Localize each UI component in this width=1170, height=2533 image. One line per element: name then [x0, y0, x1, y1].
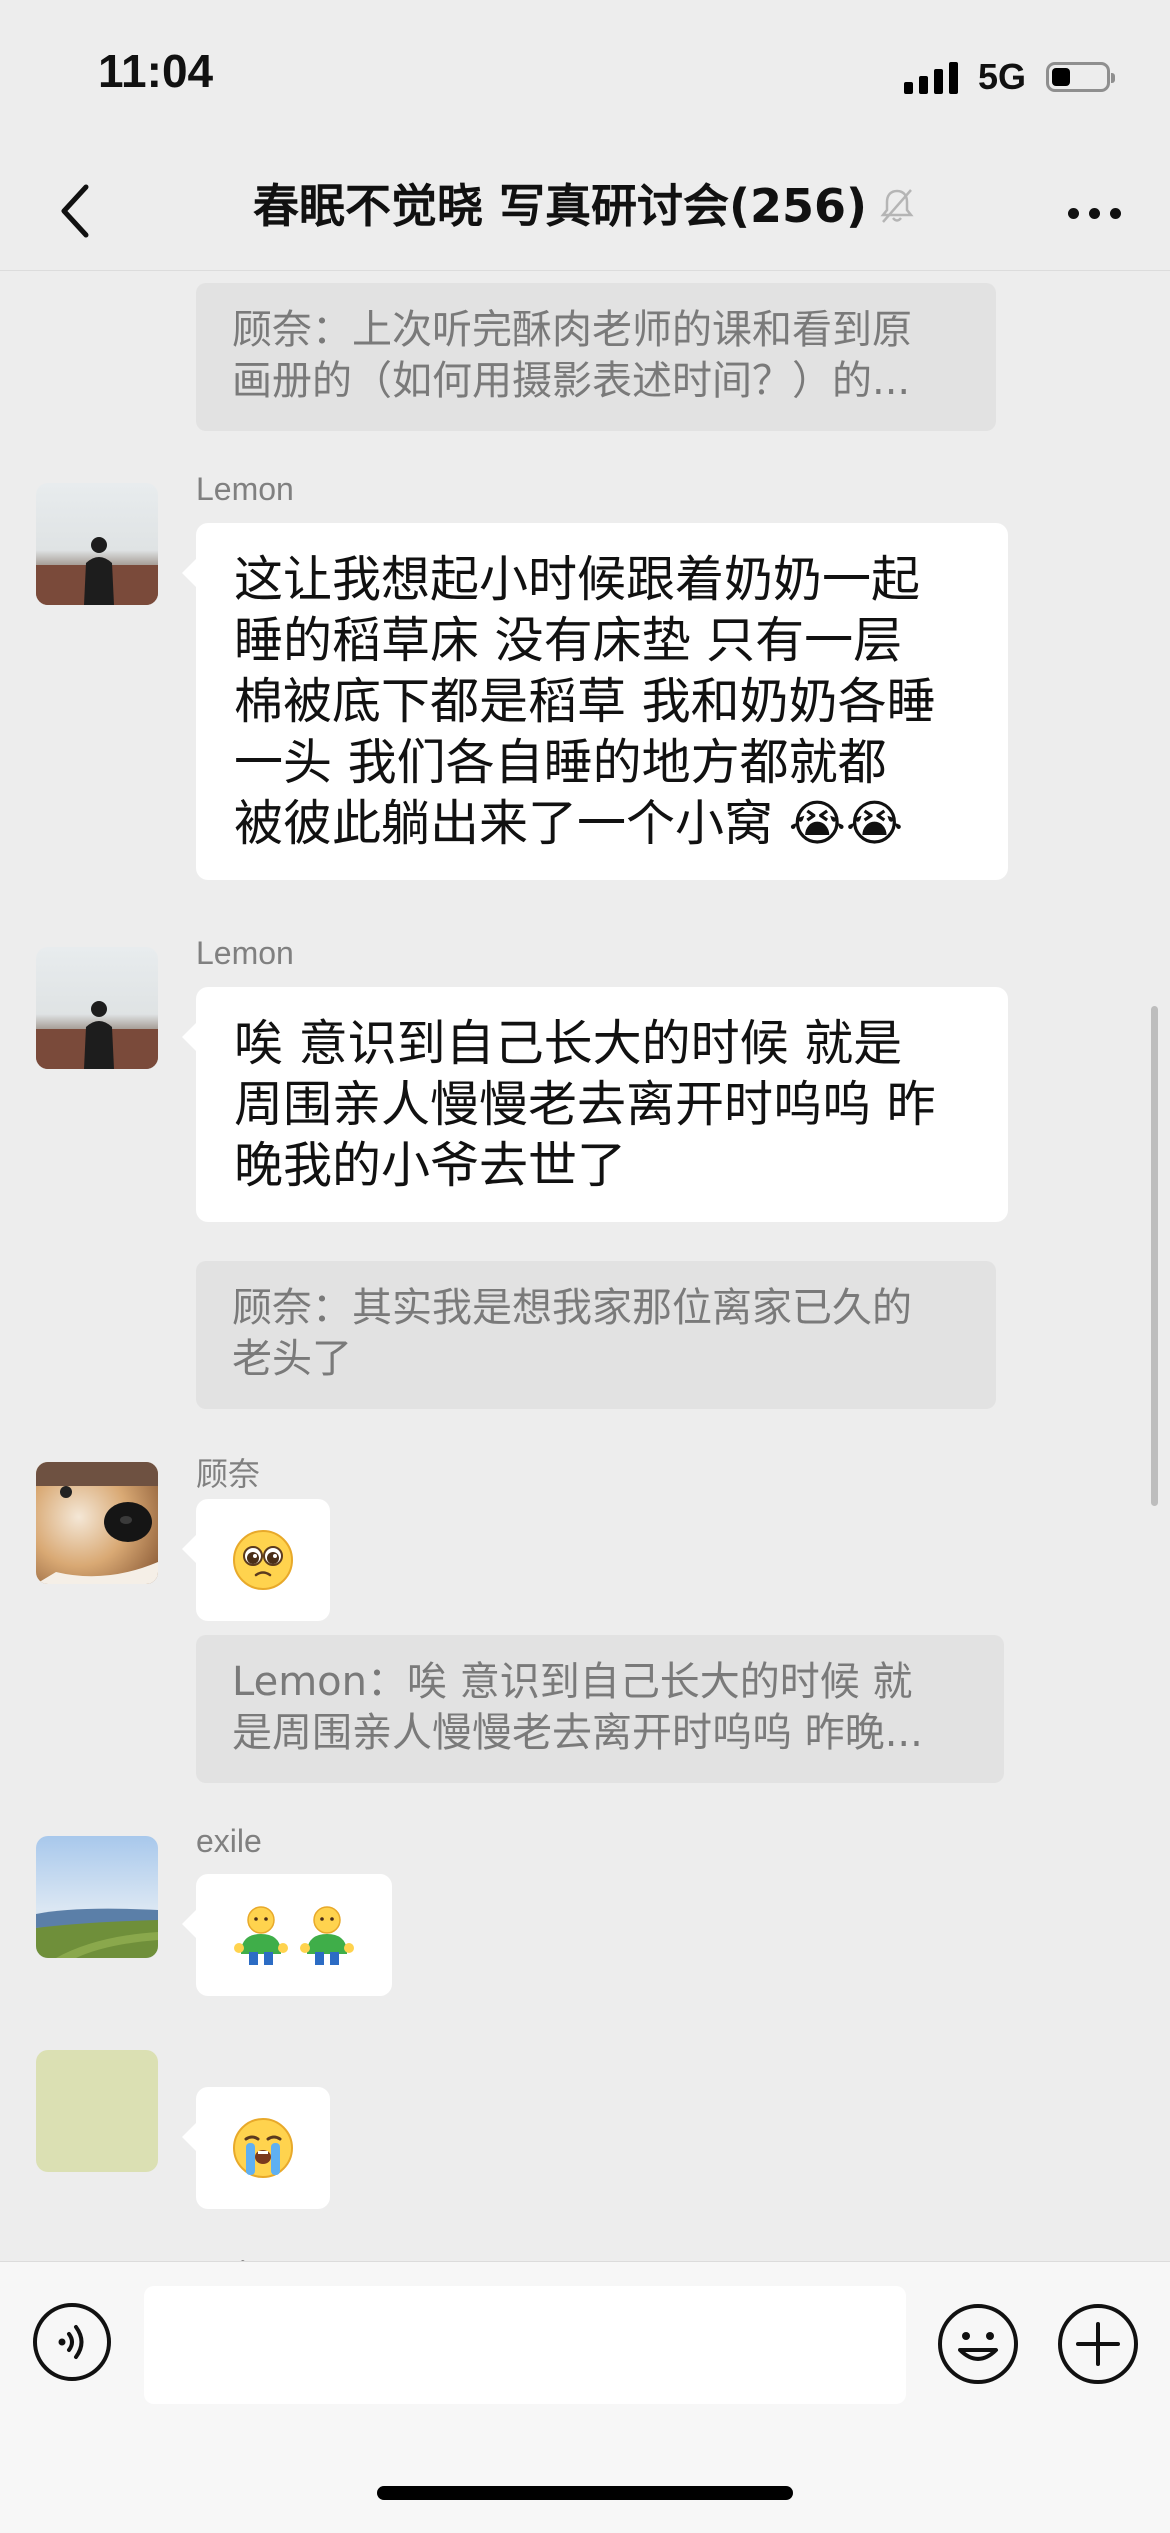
message-line: 晚我的小爷去世了 [234, 1137, 627, 1194]
chat-area[interactable]: 顾奈：上次听完酥肉老师的课和看到原 画册的（如何用摄影表述时间？）的... Le… [0, 271, 1170, 2261]
chat-title: 春眠不觉晓 写真研讨会(256) [120, 174, 1050, 242]
message-line: 唉 意识到自己长大的时候 就是 [234, 1015, 903, 1072]
sender-name: Lemon [196, 471, 294, 507]
message-bubble[interactable]: 唉 意识到自己长大的时候 就是 周围亲人慢慢老去离开时呜呜 昨 晚我的小爷去世了 [182, 987, 1008, 1222]
plus-circle-icon [1058, 2304, 1138, 2384]
sender-name: exile [196, 1823, 262, 1859]
message-line: 被彼此躺出来了一个小窝 😭😭 [234, 795, 904, 852]
quote-line: 是周围亲人慢慢老去离开时呜呜 昨晚... [232, 1710, 923, 1756]
smile-icon [938, 2304, 1018, 2384]
quote-line: 老头了 [232, 1336, 352, 1382]
message-input[interactable] [144, 2286, 906, 2404]
battery-level [1052, 68, 1070, 86]
sender-name: 顾奈 [196, 2251, 260, 2261]
quote-line: 顾奈：上次听完酥肉老师的课和看到原 [232, 307, 912, 353]
pleading-face-icon [233, 1530, 293, 1590]
status-bar: 11:04 5G [0, 0, 1170, 150]
more-dot [1067, 207, 1079, 219]
network-label: 5G [977, 56, 1026, 97]
landscape-avatar [36, 1836, 158, 1958]
signal-icon [903, 60, 958, 94]
standing-person-icon [234, 1906, 288, 1965]
message-line: 周围亲人慢慢老去离开时呜呜 昨 [234, 1076, 936, 1133]
avatar[interactable] [36, 483, 158, 605]
quoted-reply[interactable]: 顾奈：上次听完酥肉老师的课和看到原 画册的（如何用摄影表述时间？）的... [196, 283, 996, 431]
quote-line: 画册的（如何用摄影表述时间？）的... [232, 358, 911, 404]
person-silhouette-avatar [36, 483, 158, 605]
back-button[interactable] [40, 176, 110, 246]
avatar[interactable] [36, 1836, 158, 1958]
more-dot [1088, 207, 1100, 219]
status-time: 11:04 [98, 45, 214, 97]
scrollbar[interactable] [1151, 1006, 1158, 1506]
nav-bar: 春眠不觉晓 写真研讨会(256) [0, 150, 1170, 271]
message-line: 睡的稻草床 没有床垫 只有一层 [234, 612, 903, 669]
message-line: 这让我想起小时候跟着奶奶一起 [234, 551, 921, 608]
voice-button[interactable] [32, 2302, 112, 2382]
voice-icon [33, 2303, 111, 2381]
emoji-message[interactable] [182, 1874, 392, 1996]
battery-icon [1046, 62, 1115, 92]
message-line: 棉被底下都是稻草 我和奶奶各睡 [234, 673, 936, 730]
standing-person-icon [300, 1906, 354, 1965]
emoji-button[interactable] [936, 2302, 1020, 2386]
avatar[interactable] [36, 947, 158, 1069]
more-dot [1109, 207, 1121, 219]
more-button[interactable] [1054, 178, 1134, 248]
bell-off-icon [877, 178, 917, 242]
emoji-message[interactable] [182, 1499, 330, 1621]
person-silhouette-avatar [36, 947, 158, 1069]
message-bubble[interactable]: 这让我想起小时候跟着奶奶一起 睡的稻草床 没有床垫 只有一层 棉被底下都是稻草 … [182, 523, 1008, 880]
sender-name: Lemon [196, 935, 294, 971]
quoted-reply[interactable]: 顾奈：其实我是想我家那位离家已久的 老头了 [196, 1261, 996, 1409]
home-indicator[interactable] [377, 2486, 793, 2500]
plain-green-avatar [36, 2050, 158, 2172]
emoji-message[interactable] [182, 2087, 330, 2209]
chat-title-text: 春眠不觉晓 写真研讨会(256) [252, 179, 868, 233]
avatar[interactable] [36, 2050, 158, 2172]
dog-avatar [36, 1462, 158, 1584]
quoted-reply[interactable]: Lemon：唉 意识到自己长大的时候 就 是周围亲人慢慢老去离开时呜呜 昨晚..… [196, 1635, 1004, 1783]
chevron-left-icon [61, 184, 89, 238]
quote-line: Lemon：唉 意识到自己长大的时候 就 [232, 1659, 913, 1705]
plus-button[interactable] [1056, 2302, 1140, 2386]
crying-face-icon [233, 2118, 293, 2178]
avatar[interactable] [36, 1462, 158, 1584]
sender-name: 顾奈 [196, 1456, 261, 1492]
message-line: 一头 我们各自睡的地方都就都 [234, 734, 887, 791]
quote-line: 顾奈：其实我是想我家那位离家已久的 [232, 1285, 912, 1331]
status-indicators: 5G [903, 56, 1115, 98]
